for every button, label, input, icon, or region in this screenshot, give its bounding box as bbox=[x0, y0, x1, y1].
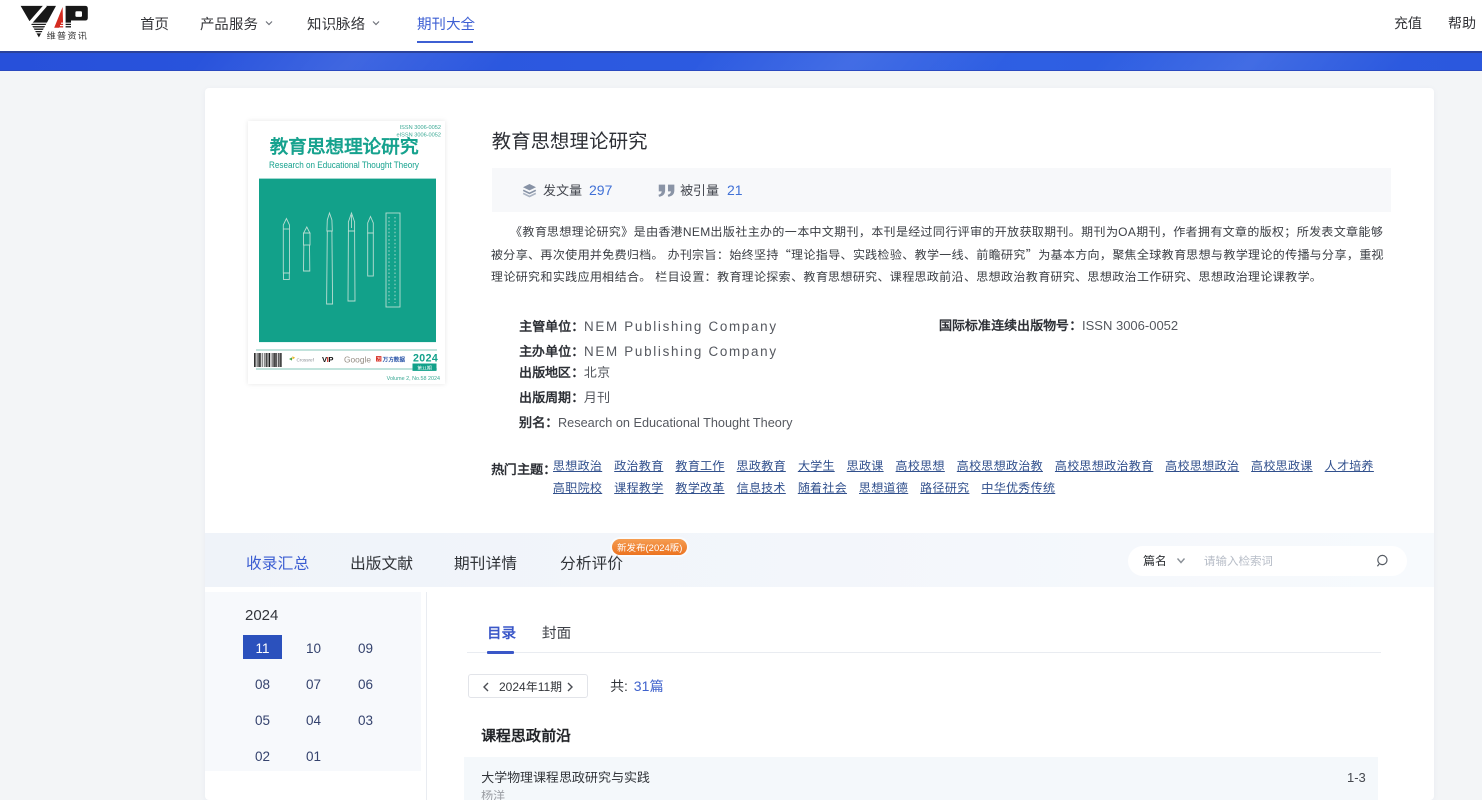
svg-text:万: 万 bbox=[377, 357, 382, 363]
svg-text:Research on Educational Though: Research on Educational Thought Theory bbox=[269, 158, 419, 171]
svg-text:Google: Google bbox=[344, 354, 371, 366]
svg-text:VIP: VIP bbox=[322, 354, 333, 365]
svg-text:第11期: 第11期 bbox=[417, 365, 432, 372]
svg-text:教育思想理论研究: 教育思想理论研究 bbox=[270, 132, 419, 159]
svg-text:2024: 2024 bbox=[413, 351, 438, 366]
svg-text:Crossref: Crossref bbox=[297, 357, 315, 363]
svg-text:万方数据: 万方数据 bbox=[382, 355, 406, 363]
svg-text:Volume 2, No.58 2024: Volume 2, No.58 2024 bbox=[387, 374, 440, 382]
svg-text:维普资讯: 维普资讯 bbox=[47, 28, 89, 42]
